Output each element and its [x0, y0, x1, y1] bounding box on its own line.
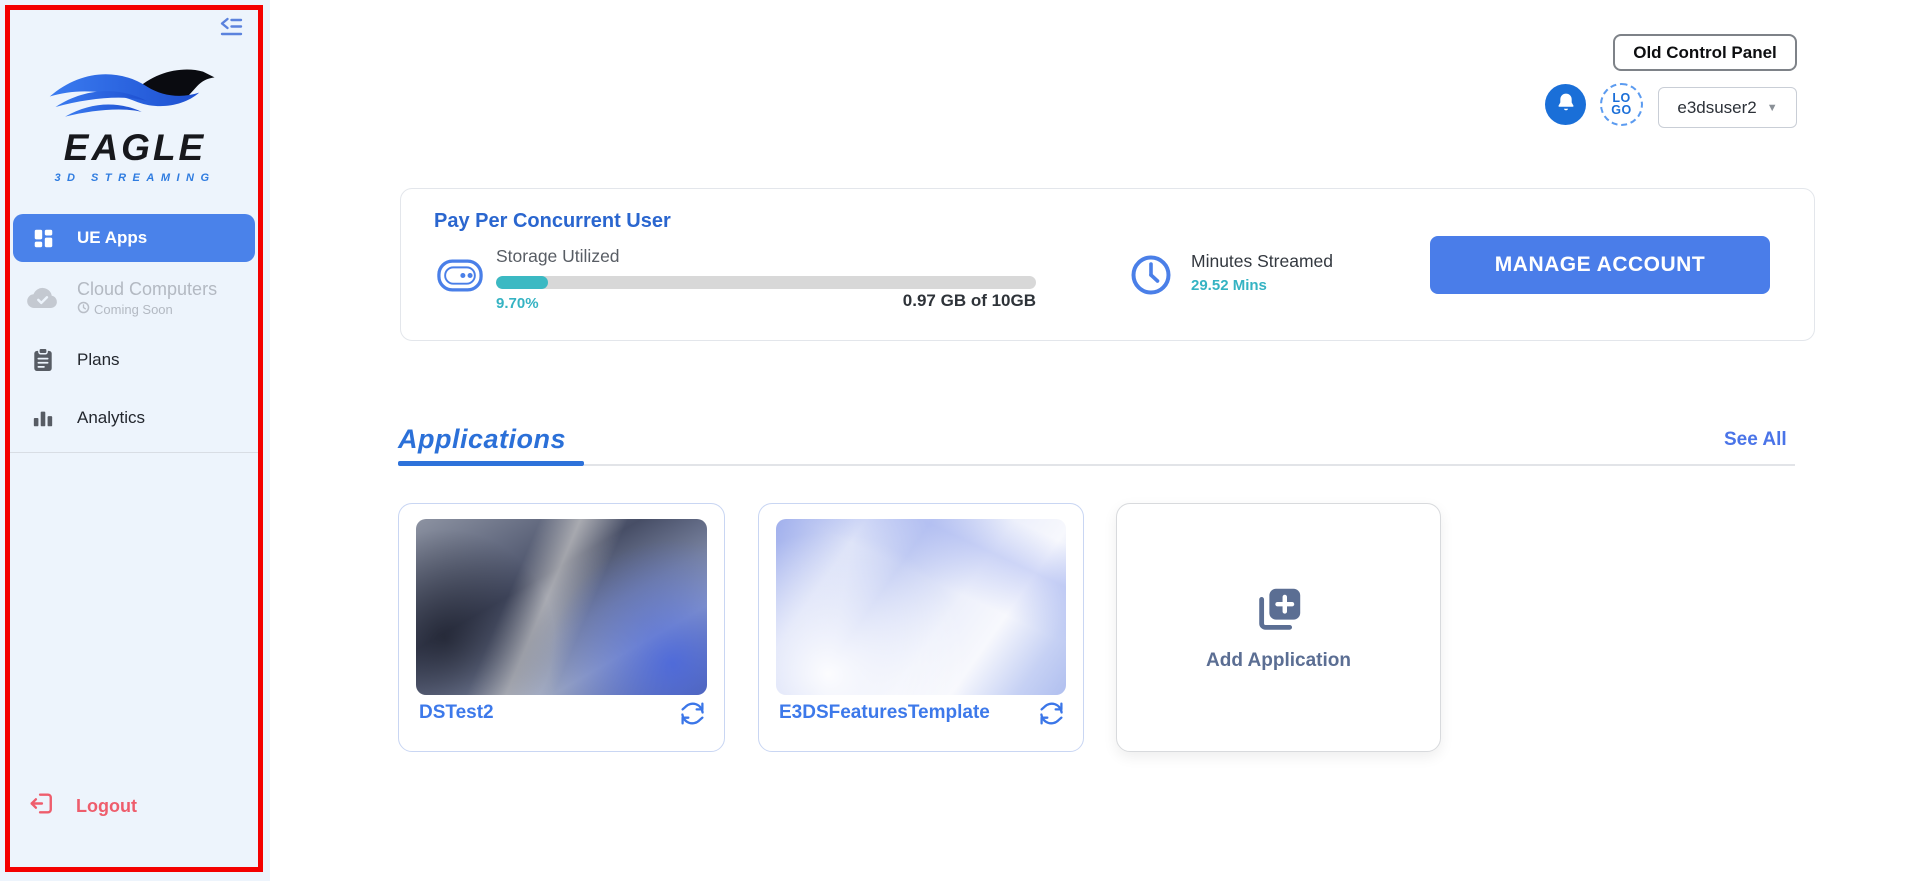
plan-title: Pay Per Concurrent User	[434, 210, 671, 233]
collapse-sidebar-button[interactable]	[216, 16, 246, 44]
tab-active-underline	[398, 461, 584, 466]
clock-icon	[1129, 253, 1173, 302]
coming-soon-badge: Coming Soon	[94, 302, 173, 317]
sidebar-item-plans[interactable]: Plans	[13, 340, 255, 380]
see-all-link[interactable]: See All	[1724, 429, 1787, 451]
dashboard-page: EAGLE 3D STREAMING UE Apps	[0, 0, 1918, 881]
minutes-streamed-value: 29.52 Mins	[1191, 277, 1267, 294]
app-thumbnail[interactable]	[416, 519, 707, 695]
app-title[interactable]: DSTest2	[419, 702, 494, 724]
app-title[interactable]: E3DSFeaturesTemplate	[779, 702, 990, 724]
notifications-button[interactable]	[1545, 84, 1586, 125]
add-application-icon	[1252, 583, 1306, 642]
collapse-sidebar-icon	[218, 16, 244, 44]
sidebar-item-ue-apps[interactable]: UE Apps	[13, 214, 255, 262]
username: e3dsuser2	[1677, 98, 1756, 118]
avatar[interactable]: LO GO	[1600, 83, 1643, 126]
bell-icon	[1555, 91, 1577, 118]
add-application-button[interactable]: Add Application	[1116, 503, 1441, 752]
storage-progress-bar	[496, 276, 1036, 289]
cloud-check-icon	[21, 286, 65, 311]
add-application-label: Add Application	[1206, 650, 1351, 672]
storage-progress-fill	[496, 276, 548, 289]
sidebar-divider	[9, 452, 261, 453]
minutes-streamed-label: Minutes Streamed	[1191, 251, 1333, 272]
coming-soon-clock-icon	[77, 301, 90, 317]
logout-icon	[28, 791, 54, 821]
old-control-panel-button[interactable]: Old Control Panel	[1613, 34, 1797, 71]
logout-button[interactable]: Logout	[28, 791, 137, 821]
clipboard-icon	[21, 347, 65, 373]
sidebar-item-label: UE Apps	[77, 228, 147, 248]
chevron-down-icon: ▼	[1767, 102, 1778, 114]
logout-label: Logout	[76, 796, 137, 817]
account-summary-card: Pay Per Concurrent User Storage Utilized…	[400, 188, 1815, 341]
app-card-e3dsfeaturestemplate[interactable]: E3DSFeaturesTemplate	[758, 503, 1084, 752]
storage-percent: 9.70%	[496, 295, 539, 312]
sidebar: EAGLE 3D STREAMING UE Apps	[0, 0, 270, 881]
brand-tagline: 3D STREAMING	[0, 172, 270, 184]
dashboard-grid-icon	[21, 228, 65, 249]
bar-chart-icon	[21, 407, 65, 429]
brand-name: EAGLE	[0, 129, 270, 168]
tab-applications[interactable]: Applications	[398, 424, 566, 455]
tab-baseline-divider	[584, 464, 1795, 466]
storage-utilized-label: Storage Utilized	[496, 246, 620, 267]
manage-account-button[interactable]: MANAGE ACCOUNT	[1430, 236, 1770, 294]
app-thumbnail[interactable]	[776, 519, 1066, 695]
sidebar-item-cloud-computers: Cloud Computers Coming Soon	[13, 276, 255, 320]
user-menu-dropdown[interactable]: e3dsuser2 ▼	[1658, 87, 1797, 128]
app-card-dstest2[interactable]: DSTest2	[398, 503, 725, 752]
brand-logo: EAGLE 3D STREAMING	[0, 62, 270, 184]
storage-usage: 0.97 GB of 10GB	[816, 291, 1036, 311]
refresh-icon[interactable]	[680, 701, 706, 727]
refresh-icon[interactable]	[1039, 701, 1065, 727]
storage-drive-icon	[437, 259, 483, 297]
sidebar-item-label: Analytics	[77, 408, 145, 428]
sidebar-item-label: Plans	[77, 350, 120, 370]
eagle-bird-waves-icon	[0, 62, 270, 131]
sidebar-item-analytics[interactable]: Analytics	[13, 398, 255, 438]
sidebar-item-label: Cloud Computers	[77, 279, 217, 300]
avatar-text-line2: GO	[1611, 105, 1631, 117]
